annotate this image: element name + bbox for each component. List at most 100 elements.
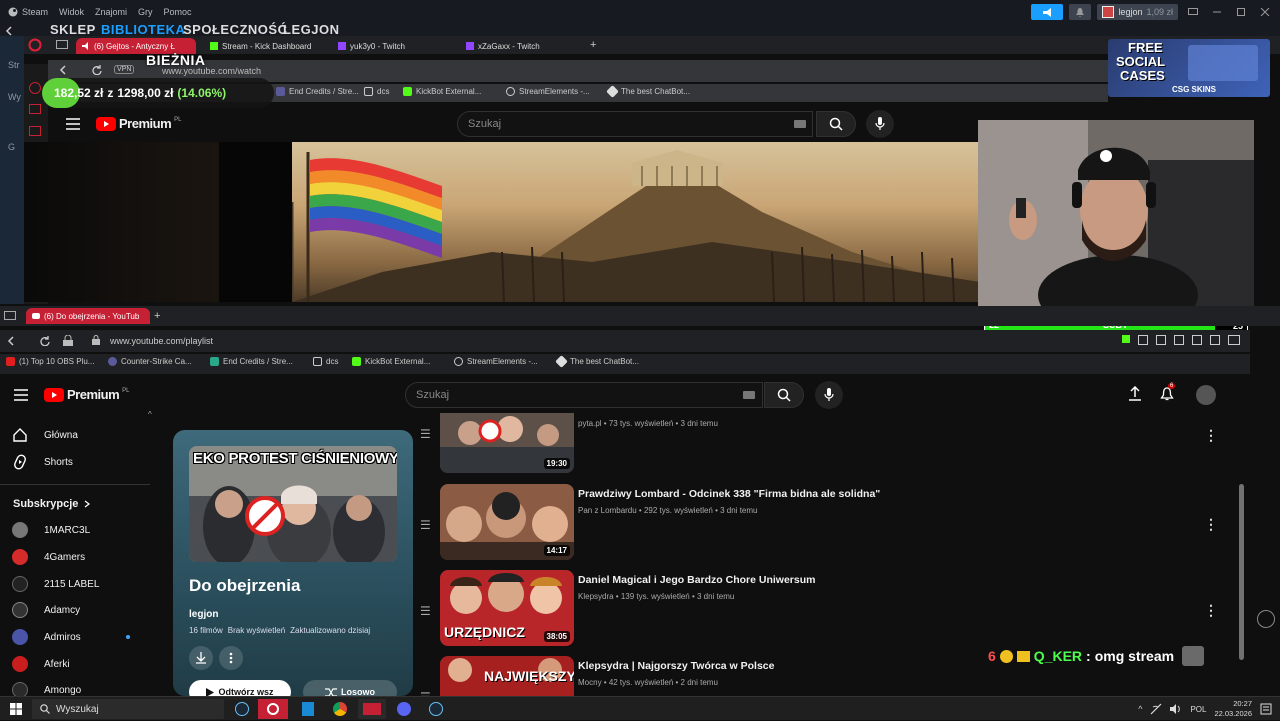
video-title[interactable]: Prawdziwy Lombard - Odcinek 338 "Firma b…: [578, 488, 880, 500]
download-playlist-button[interactable]: [189, 646, 213, 670]
sub-channel[interactable]: Adamcy: [12, 602, 80, 618]
upload-button[interactable]: [1128, 386, 1142, 402]
video-thumbnail[interactable]: NAJWIĘKSZY: [440, 656, 574, 696]
sidebar-app-icon[interactable]: [29, 104, 41, 114]
bookmark-cs-cases[interactable]: Counter-Strike Ca...: [108, 357, 192, 366]
taskbar-chrome-app[interactable]: [326, 699, 354, 719]
ai-icon[interactable]: [1228, 335, 1240, 345]
video-channel[interactable]: Klepsydra: [578, 592, 614, 601]
steam-menu-view[interactable]: Widok: [59, 7, 84, 17]
lower-url[interactable]: www.youtube.com/playlist: [110, 336, 213, 346]
drag-handle-icon[interactable]: ☰: [420, 427, 431, 441]
volume-icon[interactable]: [1170, 704, 1182, 714]
guide-item-home[interactable]: Główna: [12, 428, 78, 442]
back-arrow-icon[interactable]: [4, 26, 14, 36]
guide-scroll-up-icon[interactable]: ^: [148, 410, 152, 419]
upper-search-button[interactable]: [816, 111, 856, 137]
extension-icon[interactable]: [1138, 335, 1148, 345]
maximize-button[interactable]: [1232, 4, 1250, 20]
video-channel[interactable]: Mocny: [578, 678, 602, 687]
taskbar-opera-app[interactable]: [258, 699, 288, 719]
bookmark-streamelements[interactable]: StreamElements -...: [454, 357, 538, 366]
reload-icon[interactable]: [92, 65, 102, 75]
youtube-premium-logo[interactable]: Premium PL: [96, 116, 181, 131]
notification-center-icon[interactable]: [1260, 703, 1272, 715]
bookmark-kickbot[interactable]: KickBot External...: [403, 87, 481, 96]
steam-nav-community[interactable]: SPOŁECZNOŚĆ: [183, 22, 287, 37]
hamburger-menu-icon[interactable]: [14, 389, 28, 401]
screenshot-button[interactable]: [1184, 4, 1202, 20]
reload-icon[interactable]: [40, 336, 50, 346]
video-more-button[interactable]: ⋮: [1204, 516, 1218, 533]
close-button[interactable]: [1256, 4, 1274, 20]
free-cases-ad[interactable]: FREE SOCIAL CASES CSG SKINS: [1108, 39, 1270, 97]
bookmark-end-credits[interactable]: End Credits / Stre...: [210, 357, 293, 366]
extension-icon[interactable]: [1174, 335, 1184, 345]
video-thumbnail[interactable]: 14:17: [440, 484, 574, 560]
notifications-button[interactable]: 6: [1160, 383, 1176, 402]
taskbar-app[interactable]: [358, 699, 386, 719]
taskbar-steam-app[interactable]: [228, 699, 256, 719]
lock-icon[interactable]: [92, 335, 100, 345]
play-all-button[interactable]: Odtwórz wsz: [189, 680, 291, 696]
tab-kick[interactable]: Stream - Kick Dashboard: [204, 38, 328, 54]
sidebar-app-icon[interactable]: [29, 82, 41, 94]
keyboard-icon[interactable]: [743, 391, 755, 399]
extension-icon[interactable]: [1210, 335, 1220, 345]
download-icon[interactable]: [1192, 335, 1202, 345]
vpn-badge[interactable]: VPN: [114, 65, 135, 74]
steam-nav-library[interactable]: BIBLIOTEKA: [101, 22, 185, 37]
tray-chevron-icon[interactable]: ^: [1138, 704, 1142, 714]
vpn-icon[interactable]: [62, 335, 74, 347]
bookmark-kickbot[interactable]: KickBot External...: [352, 357, 430, 366]
video-title[interactable]: Daniel Magical i Jego Bardzo Chore Uniwe…: [578, 574, 815, 586]
steam-announce-button[interactable]: [1031, 4, 1064, 20]
steam-nav-store[interactable]: SKLEP: [50, 22, 96, 37]
bookmark-chatbot[interactable]: The best ChatBot...: [555, 355, 639, 368]
bookmark-obs-plugins[interactable]: (1) Top 10 OBS Plu...: [6, 357, 94, 366]
taskbar-search[interactable]: Wyszukaj: [32, 699, 224, 719]
back-arrow-icon[interactable]: [6, 336, 16, 346]
video-more-button[interactable]: ⋮: [1204, 427, 1218, 444]
taskbar-steam-app[interactable]: [422, 699, 450, 719]
windows-start-button[interactable]: [10, 703, 22, 715]
drag-handle-icon[interactable]: ☰: [420, 518, 431, 532]
drag-handle-icon[interactable]: ☰: [420, 604, 431, 618]
lower-search-input[interactable]: Szukaj: [405, 382, 763, 408]
bookmark-dcs[interactable]: dcs: [364, 87, 389, 96]
video-thumbnail[interactable]: 19:30: [440, 413, 574, 473]
kick-extension-icon[interactable]: [1122, 335, 1130, 343]
sub-channel[interactable]: Aferki: [12, 656, 70, 672]
taskbar-discord-app[interactable]: [390, 699, 418, 719]
steam-menu-help[interactable]: Pomoc: [164, 7, 192, 17]
steam-user-menu[interactable]: legjon 1,09 zł: [1097, 4, 1178, 20]
youtube-premium-logo[interactable]: Premium PL: [44, 387, 129, 402]
lower-search-button[interactable]: [764, 382, 804, 408]
playlist-video-row[interactable]: ☰ 19:30 pyta.pl • 73 tys. wyświetleń • 3…: [420, 413, 1220, 473]
video-title[interactable]: Klepsydra | Najgorszy Twórca w Polsce: [578, 660, 774, 672]
hamburger-menu-icon[interactable]: [66, 118, 80, 130]
upper-voice-search-button[interactable]: [866, 110, 894, 138]
shuffle-button[interactable]: Losowo: [303, 680, 397, 696]
video-more-button[interactable]: ⋮: [1204, 602, 1218, 619]
guide-item-shorts[interactable]: Shorts: [12, 454, 73, 470]
playlist-thumbnail[interactable]: EKO PROTEST CIŚNIENIOWY: [189, 446, 397, 562]
sub-channel[interactable]: Admiros: [12, 629, 81, 645]
opera-logo-icon[interactable]: [28, 38, 42, 52]
back-arrow-icon[interactable]: [58, 65, 68, 75]
tab-twitch-1[interactable]: yuk3y0 - Twitch: [332, 38, 456, 54]
account-avatar[interactable]: [1196, 385, 1216, 405]
keyboard-icon[interactable]: [794, 120, 806, 128]
guide-subscriptions-header[interactable]: Subskrypcje: [13, 498, 91, 510]
playlist-owner[interactable]: legjon: [189, 609, 218, 620]
sidebar-toggle-icon[interactable]: [1257, 610, 1275, 628]
steam-nav-profile[interactable]: LEGJON: [283, 22, 339, 37]
new-tab-button[interactable]: +: [154, 310, 160, 322]
sub-channel[interactable]: 2115 LABEL: [12, 576, 99, 592]
tab-island-icon[interactable]: [4, 311, 16, 321]
steam-menu-friends[interactable]: Znajomi: [95, 7, 127, 17]
video-thumbnail-banner[interactable]: [292, 142, 980, 302]
steam-notifications-button[interactable]: [1069, 4, 1092, 20]
video-channel[interactable]: Pan z Lombardu: [578, 506, 637, 515]
page-scrollbar-thumb[interactable]: [1239, 484, 1244, 660]
